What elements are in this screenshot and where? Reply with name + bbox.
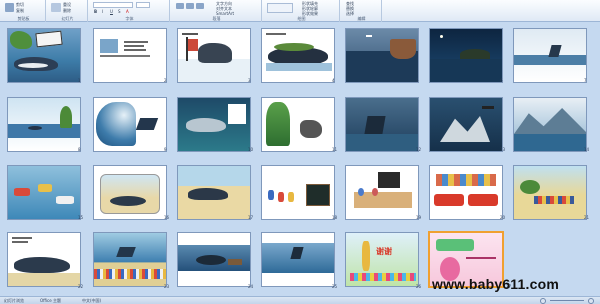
slide-number: 21 [584,215,590,220]
strike-button[interactable]: S [118,9,121,14]
ribbon-group-label: 幻灯片 [61,16,74,21]
slide-number: 2 [164,78,167,83]
slide-number: 20 [500,215,506,220]
slide-thumbnail-4[interactable] [261,28,335,83]
slide-number: 6 [500,78,503,83]
theme-label: Office 主题 [40,298,61,303]
slide-number: 10 [248,147,254,152]
cut-button[interactable]: 剪切 [16,2,24,7]
slide-thumbnail-15[interactable] [7,165,81,220]
align-left-icon[interactable] [196,3,204,9]
font-size-box[interactable] [136,2,150,8]
slide-thumbnail-5[interactable] [345,28,419,83]
zoom-in-icon[interactable] [588,298,594,304]
ribbon-group-label: 字体 [125,16,134,21]
slide-number: 4 [332,78,335,83]
slide-thumbnail-13[interactable] [429,97,503,152]
slide-thumbnail-14[interactable] [513,97,587,152]
new-slide-icon[interactable] [51,3,61,12]
slide-number: 3 [248,78,251,83]
slide-number: 7 [584,78,587,83]
ribbon: 剪切 复制 剪贴板 重设 删除 幻灯片 B I U S A 字体 文字方向 对齐… [0,0,600,22]
slide-thumbnail-22[interactable] [7,232,81,287]
slide-sorter: 1 2 3 4 5 6 7 8 9 10 11 12 13 14 15 16 1… [0,22,600,296]
ribbon-group-clipboard: 剪切 复制 剪贴板 [2,0,46,22]
slide-number: 24 [248,284,254,289]
slide-thumbnail-24[interactable] [177,232,251,287]
slide-thumbnail-16[interactable] [93,165,167,220]
slide-thumbnail-26[interactable]: 谢谢 [345,232,419,287]
status-bar: 幻灯片浏览 Office 主题 中文(中国) [0,296,600,304]
slide-thumbnail-11[interactable] [261,97,335,152]
slide-number: 18 [332,215,338,220]
reset-button[interactable]: 重设 [63,2,71,7]
slide-thumbnail-6[interactable] [429,28,503,83]
italic-button[interactable]: I [102,9,103,14]
view-mode-label: 幻灯片浏览 [4,298,24,303]
slide-number: 1 [78,78,81,83]
ribbon-group-slides: 重设 删除 幻灯片 [48,0,88,22]
slide-number: 19 [416,215,422,220]
slide-number: 5 [416,78,419,83]
slide-number: 22 [78,284,84,289]
slide-thumbnail-17[interactable] [177,165,251,220]
zoom-slider[interactable] [550,300,584,301]
slide-number: 15 [78,215,84,220]
bold-button[interactable]: B [94,9,97,14]
slide-number: 13 [500,147,506,152]
slide-thumbnail-8[interactable] [7,97,81,152]
slide-number: 26 [416,284,422,289]
paste-icon[interactable] [5,3,14,12]
slide-number: 9 [164,147,167,152]
slide-thumbnail-25[interactable] [261,232,335,287]
underline-button[interactable]: U [110,9,113,14]
slide-number: 25 [332,284,338,289]
slide-thumbnail-1[interactable] [7,28,81,83]
slide-thumbnail-3[interactable] [177,28,251,83]
slide-number: 16 [164,215,170,220]
slide-thumbnail-20[interactable] [429,165,503,220]
slide-thumbnail-9[interactable] [93,97,167,152]
slide-number: 14 [584,147,590,152]
ribbon-group-drawing: 形状填充 形状轮廓 形状效果 绘图 [264,0,340,22]
slide-thumbnail-19[interactable] [345,165,419,220]
ribbon-group-editing: 查找 替换 选择 编辑 [342,0,382,22]
slide-number: 23 [164,284,170,289]
font-name-box[interactable] [93,2,133,8]
ribbon-group-label: 绘图 [297,16,306,21]
shapes-gallery[interactable] [267,3,293,13]
ribbon-group-font: B I U S A 字体 [90,0,170,22]
slide-thumbnail-23[interactable] [93,232,167,287]
delete-slide-button[interactable]: 删除 [63,8,71,13]
copy-button[interactable]: 复制 [16,8,24,13]
bullets-icon[interactable] [176,3,184,9]
slide-number: 17 [248,215,254,220]
slide-number: 12 [416,147,422,152]
slide-thumbnail-12[interactable] [345,97,419,152]
slide-number: 11 [332,147,338,152]
slide-thumbnail-21[interactable] [513,165,587,220]
zoom-out-icon[interactable] [540,298,546,304]
ribbon-group-label: 编辑 [357,16,366,21]
slide-thumbnail-18[interactable] [261,165,335,220]
slide-number: 8 [78,147,81,152]
ribbon-group-label: 剪贴板 [17,16,30,21]
watermark: www.baby611.com [432,276,559,292]
slide-thumbnail-10[interactable] [177,97,251,152]
language-label: 中文(中国) [82,298,102,303]
numbering-icon[interactable] [186,3,194,9]
thanks-text: 谢谢 [376,247,392,256]
ribbon-group-label: 段落 [212,16,221,21]
slide-thumbnail-7[interactable] [513,28,587,83]
ribbon-group-paragraph: 文字方向 对齐文本 SmartArt 段落 [172,0,262,22]
font-color-button[interactable]: A [126,9,129,14]
slide-thumbnail-2[interactable] [93,28,167,83]
